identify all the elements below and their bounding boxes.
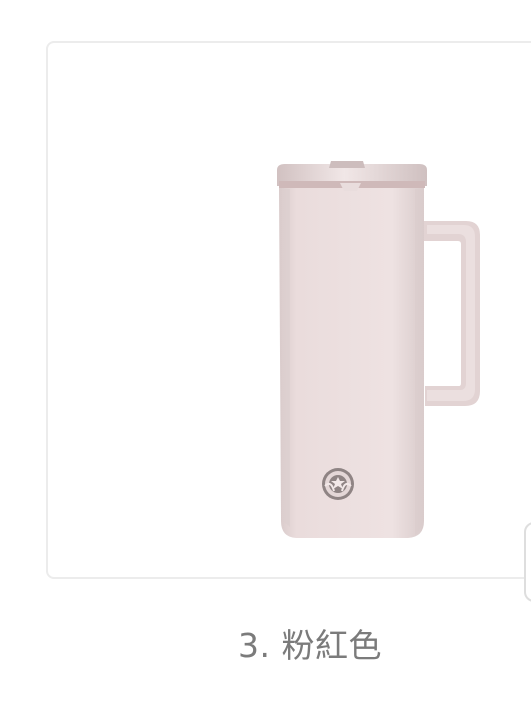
- product-name[interactable]: 3. 粉紅色: [0, 622, 531, 670]
- add-to-cart-button[interactable]: [524, 522, 531, 602]
- starbucks-logo-icon: [322, 468, 354, 500]
- product-image[interactable]: [261, 153, 491, 543]
- product-card[interactable]: [46, 41, 531, 602]
- product-item: 3. 粉紅色: [0, 0, 531, 719]
- mug-handle: [421, 221, 480, 406]
- mug-lid: [277, 161, 427, 191]
